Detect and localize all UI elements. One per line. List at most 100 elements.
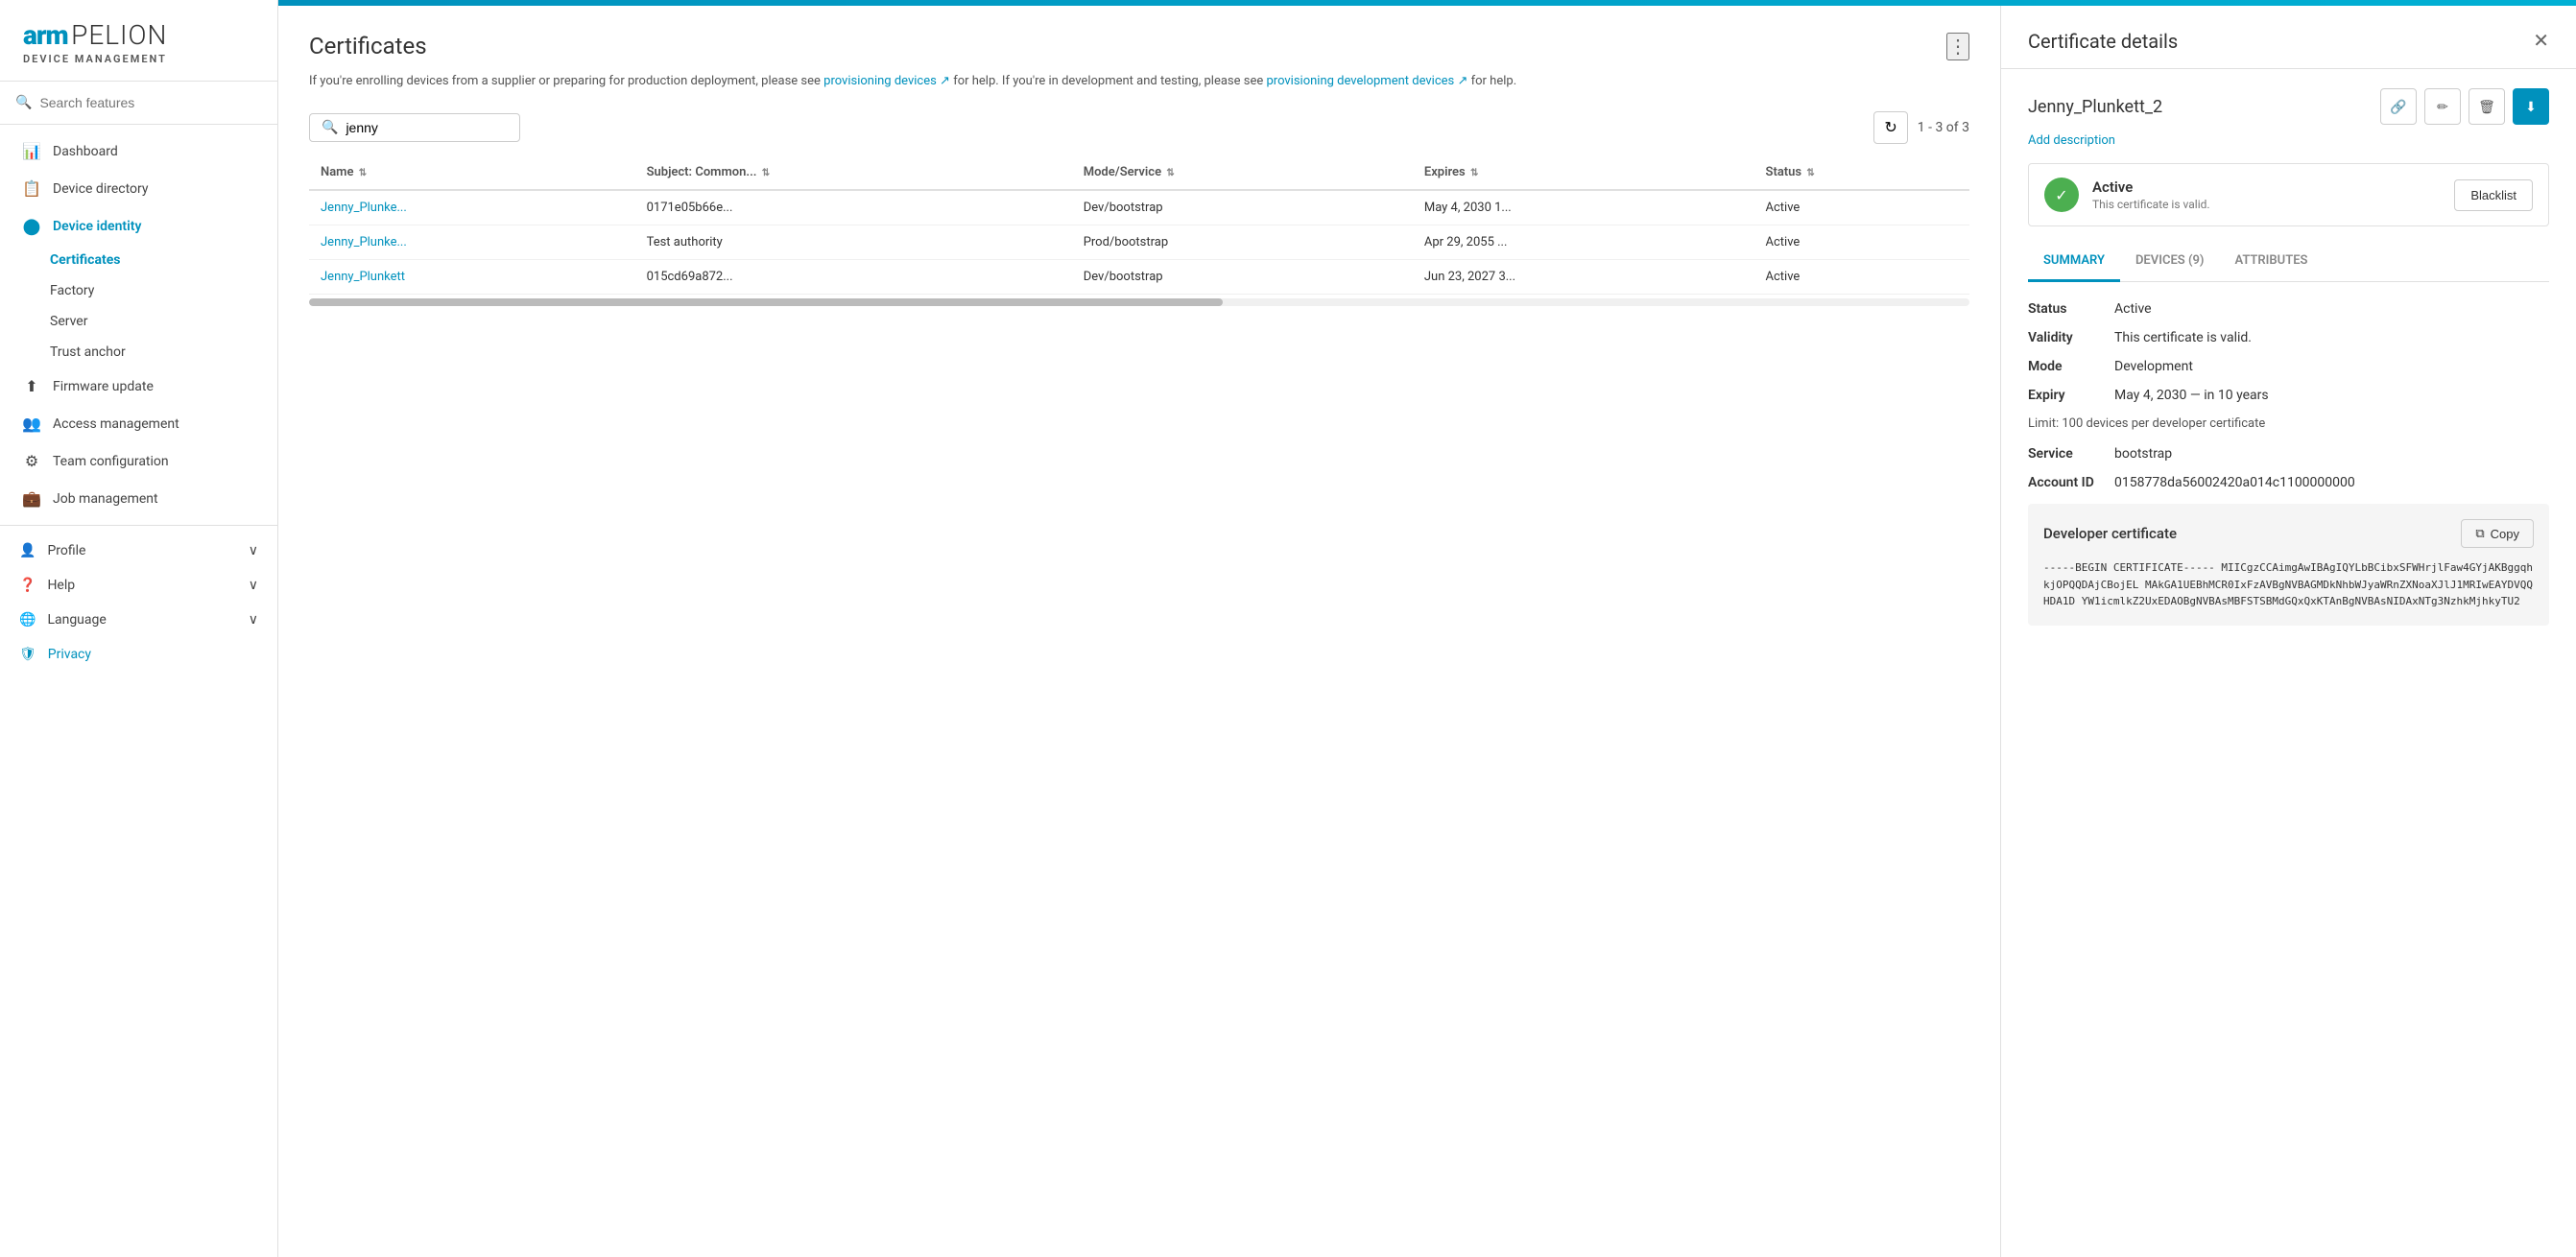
certificate-detail-panel: Certificate details ✕ Jenny_Plunkett_2 🔗… — [2000, 6, 2576, 1257]
download-icon: ⬇ — [2525, 99, 2537, 115]
blacklist-button[interactable]: Blacklist — [2454, 179, 2533, 211]
col-mode[interactable]: Mode/Service ⇅ — [1072, 155, 1413, 190]
firmware-update-icon: ⬆ — [22, 377, 41, 395]
sidebar-item-label: Firmware update — [53, 379, 154, 394]
field-status: Status Active — [2028, 301, 2549, 317]
cert-status-1: Active — [1754, 190, 1969, 225]
certs-title: Certificates — [309, 33, 427, 59]
sidebar-sub-trust-anchor[interactable]: Trust anchor — [0, 337, 277, 368]
logo: arm PELION DEVICE MANAGEMENT — [0, 0, 277, 82]
cert-name-link-2[interactable]: Jenny_Plunke... — [321, 235, 407, 249]
sidebar-item-device-directory[interactable]: 📋 Device directory — [0, 170, 277, 207]
detail-panel-title: Certificate details — [2028, 30, 2178, 53]
provisioning-devices-link[interactable]: provisioning devices ↗ — [823, 74, 950, 88]
sidebar-sub-server[interactable]: Server — [0, 306, 277, 337]
provisioning-dev-devices-link[interactable]: provisioning development devices ↗ — [1266, 74, 1467, 88]
table-row: Jenny_Plunke... Test authority Prod/boot… — [309, 225, 1969, 259]
refresh-button[interactable]: ↻ — [1873, 111, 1907, 144]
certs-description: If you're enrolling devices from a suppl… — [309, 72, 1969, 92]
sidebar-item-profile[interactable]: 👤 Profile ∨ — [0, 534, 277, 568]
sidebar-item-label: Privacy — [48, 647, 91, 662]
help-icon: ❓ — [19, 578, 36, 593]
col-status[interactable]: Status ⇅ — [1754, 155, 1969, 190]
add-description-link[interactable]: Add description — [2028, 133, 2115, 148]
check-icon: ✓ — [2044, 178, 2079, 212]
sort-icon: ⇅ — [1166, 168, 1174, 178]
tab-summary[interactable]: SUMMARY — [2028, 242, 2120, 282]
job-management-icon: 💼 — [22, 489, 41, 508]
sidebar-item-label: Profile — [47, 543, 85, 558]
language-icon: 🌐 — [19, 612, 36, 628]
cert-subject-3: 015cd69a872... — [635, 259, 1072, 294]
table-search-input[interactable] — [346, 120, 508, 135]
sidebar-sub-certificates[interactable]: Certificates — [0, 245, 277, 275]
sort-icon: ⇅ — [359, 168, 367, 178]
logo-arm: arm — [23, 19, 68, 51]
sidebar-item-label: Language — [47, 612, 106, 628]
sidebar-search-container: 🔍 — [0, 82, 277, 125]
close-detail-button[interactable]: ✕ — [2533, 29, 2549, 53]
sort-icon: ⇅ — [1470, 168, 1478, 178]
sort-icon: ⇅ — [762, 168, 770, 178]
search-input[interactable] — [39, 95, 262, 110]
scrollbar-thumb[interactable] — [309, 298, 1223, 306]
detail-tabs: SUMMARY DEVICES (9) ATTRIBUTES — [2028, 242, 2549, 282]
col-name[interactable]: Name ⇅ — [309, 155, 635, 190]
link-icon: 🔗 — [2390, 99, 2406, 115]
field-validity: Validity This certificate is valid. — [2028, 330, 2549, 345]
dev-cert-header: Developer certificate ⧉ Copy — [2043, 519, 2534, 548]
cert-code-content: -----BEGIN CERTIFICATE----- MIICgzCCAimg… — [2043, 559, 2534, 610]
sidebar-item-language[interactable]: 🌐 Language ∨ — [0, 603, 277, 637]
sidebar-item-label: Help — [47, 578, 75, 593]
copy-button[interactable]: ⧉ Copy — [2461, 519, 2534, 548]
sidebar-item-access-management[interactable]: 👥 Access management — [0, 405, 277, 442]
more-options-button[interactable]: ⋮ — [1946, 33, 1969, 60]
cert-status-2: Active — [1754, 225, 1969, 259]
tab-devices[interactable]: DEVICES (9) — [2120, 242, 2219, 282]
sidebar-item-label: Device identity — [53, 219, 141, 234]
device-identity-icon: ⬤ — [22, 217, 41, 235]
field-mode: Mode Development — [2028, 359, 2549, 374]
link-button[interactable]: 🔗 — [2380, 88, 2417, 125]
device-directory-icon: 📋 — [22, 179, 41, 198]
status-card-sublabel: This certificate is valid. — [2092, 198, 2210, 211]
delete-button[interactable]: 🗑 — [2469, 88, 2505, 125]
cert-expires-2: Apr 29, 2055 ... — [1413, 225, 1754, 259]
dashboard-icon: 📊 — [22, 142, 41, 160]
detail-header: Certificate details ✕ — [2001, 6, 2576, 69]
sidebar-item-firmware-update[interactable]: ⬆ Firmware update — [0, 368, 277, 405]
sidebar-item-privacy[interactable]: 🛡 Privacy — [0, 637, 277, 672]
download-button[interactable]: ⬇ — [2513, 88, 2549, 125]
developer-certificate-box: Developer certificate ⧉ Copy -----BEGIN … — [2028, 504, 2549, 626]
cert-mode-1: Dev/bootstrap — [1072, 190, 1413, 225]
sidebar-item-team-configuration[interactable]: ⚙ Team configuration — [0, 442, 277, 480]
sidebar-item-label: Dashboard — [53, 144, 118, 159]
horizontal-scrollbar[interactable] — [309, 298, 1969, 306]
cert-name-link-3[interactable]: Jenny_Plunkett — [321, 270, 405, 284]
col-subject[interactable]: Subject: Common... ⇅ — [635, 155, 1072, 190]
sidebar-item-job-management[interactable]: 💼 Job management — [0, 480, 277, 517]
table-row: Jenny_Plunkett 015cd69a872... Dev/bootst… — [309, 259, 1969, 294]
sidebar-item-label: Team configuration — [53, 454, 169, 469]
logo-sub: DEVICE MANAGEMENT — [23, 53, 254, 65]
certificates-panel: Certificates ⋮ If you're enrolling devic… — [278, 6, 2000, 1257]
copy-icon: ⧉ — [2475, 526, 2484, 541]
table-search-icon: 🔍 — [322, 120, 338, 135]
sidebar-item-dashboard[interactable]: 📊 Dashboard — [0, 132, 277, 170]
chevron-down-icon: ∨ — [249, 612, 258, 628]
tab-attributes[interactable]: ATTRIBUTES — [2219, 242, 2323, 282]
privacy-icon: 🛡 — [19, 647, 36, 662]
access-management-icon: 👥 — [22, 415, 41, 433]
cert-name-link-1[interactable]: Jenny_Plunke... — [321, 201, 407, 215]
logo-pelion: PELION — [71, 19, 167, 51]
table-row: Jenny_Plunke... 0171e05b66e... Dev/boots… — [309, 190, 1969, 225]
status-card-label: Active — [2092, 178, 2210, 196]
detail-cert-name: Jenny_Plunkett_2 — [2028, 97, 2162, 117]
cert-status-3: Active — [1754, 259, 1969, 294]
sidebar-sub-factory[interactable]: Factory — [0, 275, 277, 306]
edit-button[interactable]: ✏ — [2424, 88, 2461, 125]
col-expires[interactable]: Expires ⇅ — [1413, 155, 1754, 190]
sidebar-item-device-identity[interactable]: ⬤ Device identity — [0, 207, 277, 245]
edit-icon: ✏ — [2437, 99, 2448, 115]
sidebar-item-help[interactable]: ❓ Help ∨ — [0, 568, 277, 603]
